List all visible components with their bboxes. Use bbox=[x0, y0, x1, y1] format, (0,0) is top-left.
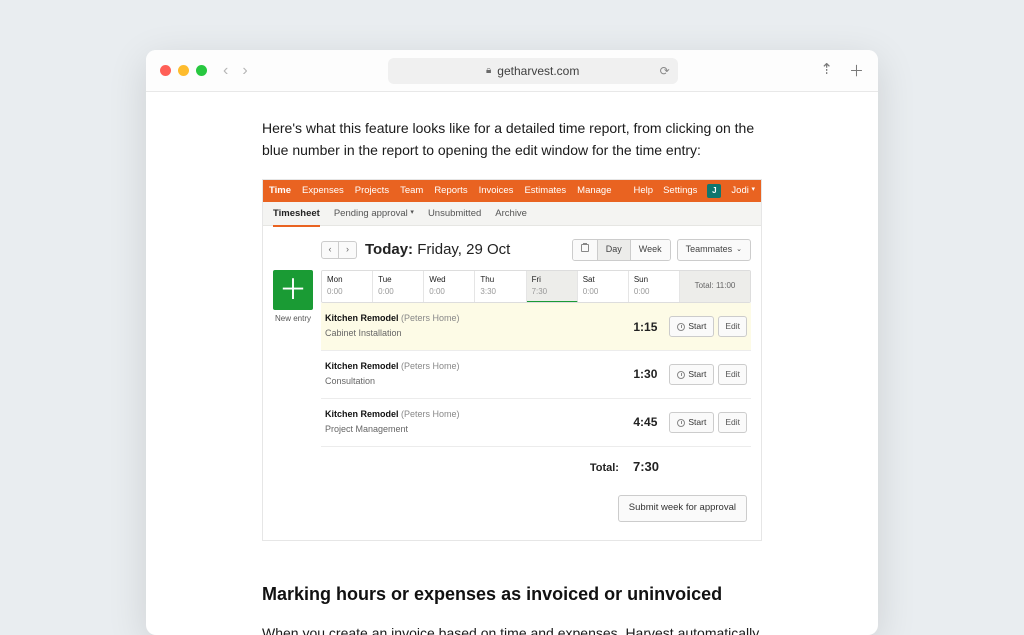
view-controls: Day Week Teammates ⌄ bbox=[572, 239, 751, 261]
browser-window: ‹ › 🔒︎ getharvest.com ⟳ ⇡ ＋ Here's what … bbox=[146, 50, 878, 635]
clock-icon bbox=[677, 371, 685, 379]
day-nav: ‹ › bbox=[321, 241, 357, 259]
url-text: getharvest.com bbox=[497, 64, 579, 78]
section-paragraph: When you create an invoice based on time… bbox=[262, 623, 762, 635]
nav-team[interactable]: Team bbox=[400, 184, 423, 199]
nav-settings[interactable]: Settings bbox=[663, 184, 697, 199]
weekday-tue[interactable]: Tue0:00 bbox=[373, 271, 424, 303]
day-title: Today: Friday, 29 Oct bbox=[365, 238, 510, 261]
subnav-timesheet[interactable]: Timesheet bbox=[273, 207, 320, 228]
forward-button[interactable]: › bbox=[242, 62, 247, 80]
calendar-button[interactable] bbox=[573, 240, 598, 260]
next-day-button[interactable]: › bbox=[339, 241, 357, 259]
entry-row: Kitchen Remodel (Peters Home) Consultati… bbox=[321, 351, 751, 399]
start-timer-button[interactable]: Start bbox=[669, 412, 714, 433]
refresh-icon[interactable]: ⟳ bbox=[660, 64, 670, 78]
prev-day-button[interactable]: ‹ bbox=[321, 241, 339, 259]
entry-row: Kitchen Remodel (Peters Home) Cabinet In… bbox=[321, 303, 751, 351]
lock-icon: 🔒︎ bbox=[486, 65, 491, 76]
back-button[interactable]: ‹ bbox=[223, 62, 228, 80]
entry-time: 4:45 bbox=[617, 413, 663, 432]
user-avatar[interactable]: J bbox=[707, 184, 721, 198]
nav-projects[interactable]: Projects bbox=[355, 184, 389, 199]
nav-invoices[interactable]: Invoices bbox=[479, 184, 514, 199]
entry-time: 1:15 bbox=[617, 318, 663, 337]
nav-expenses[interactable]: Expenses bbox=[302, 184, 344, 199]
nav-manage[interactable]: Manage bbox=[577, 184, 611, 199]
nav-time[interactable]: Time bbox=[269, 184, 291, 199]
calendar-icon bbox=[581, 244, 589, 252]
week-total-cell: Total: 11:00 bbox=[680, 271, 750, 303]
entry-row: Kitchen Remodel (Peters Home) Project Ma… bbox=[321, 399, 751, 447]
nav-reports[interactable]: Reports bbox=[434, 184, 467, 199]
week-table: Mon0:00 Tue0:00 Wed0:00 Thu3:30 Fri7:30 … bbox=[321, 270, 751, 522]
clock-icon bbox=[677, 419, 685, 427]
day-total-value: 7:30 bbox=[633, 457, 659, 477]
subnav-pending[interactable]: Pending approval ▾ bbox=[334, 207, 414, 222]
nav-estimates[interactable]: Estimates bbox=[524, 184, 566, 199]
weekday-wed[interactable]: Wed0:00 bbox=[424, 271, 475, 303]
app-subnav: Timesheet Pending approval ▾ Unsubmitted… bbox=[263, 202, 761, 226]
entry-info: Kitchen Remodel (Peters Home) Project Ma… bbox=[325, 408, 617, 437]
edit-entry-button[interactable]: Edit bbox=[718, 364, 747, 385]
weekday-fri[interactable]: Fri7:30 bbox=[527, 271, 578, 304]
chevron-down-icon: ⌄ bbox=[736, 245, 742, 256]
nav-help[interactable]: Help bbox=[634, 184, 654, 199]
day-total-label: Total: bbox=[590, 460, 619, 477]
nav-arrows: ‹ › bbox=[223, 62, 248, 80]
minimize-window-button[interactable] bbox=[178, 65, 189, 76]
edit-entry-button[interactable]: Edit bbox=[718, 316, 747, 337]
subnav-archive[interactable]: Archive bbox=[495, 207, 527, 222]
entry-zone: ＋ New entry Mon0:00 Tue0:00 Wed0:00 Thu3… bbox=[273, 270, 751, 522]
weekday-mon[interactable]: Mon0:00 bbox=[322, 271, 373, 303]
share-icon[interactable]: ⇡ bbox=[820, 60, 833, 81]
app-body: ‹ › Today: Friday, 29 Oct Day Week T bbox=[263, 226, 761, 540]
teammates-dropdown[interactable]: Teammates ⌄ bbox=[677, 239, 751, 261]
calendar-toggle: Day Week bbox=[572, 239, 671, 261]
new-tab-icon[interactable]: ＋ bbox=[849, 60, 864, 81]
start-timer-button[interactable]: Start bbox=[669, 316, 714, 337]
chevron-down-icon: ▾ bbox=[751, 186, 755, 193]
subnav-unsubmitted[interactable]: Unsubmitted bbox=[428, 207, 481, 222]
intro-paragraph: Here's what this feature looks like for … bbox=[262, 118, 762, 161]
new-entry-label: New entry bbox=[275, 313, 311, 325]
day-view-button[interactable]: Day bbox=[598, 240, 631, 260]
entry-time: 1:30 bbox=[617, 365, 663, 384]
browser-toolbar: ‹ › 🔒︎ getharvest.com ⟳ ⇡ ＋ bbox=[146, 50, 878, 92]
chevron-down-icon: ▾ bbox=[410, 209, 414, 216]
submit-week-button[interactable]: Submit week for approval bbox=[618, 495, 747, 522]
page-content: Here's what this feature looks like for … bbox=[146, 92, 878, 635]
app-screenshot: Time Expenses Projects Team Reports Invo… bbox=[262, 179, 762, 541]
weekday-sat[interactable]: Sat0:00 bbox=[578, 271, 629, 303]
user-menu[interactable]: Jodi ▾ bbox=[731, 184, 755, 199]
app-primary-nav: Time Expenses Projects Team Reports Invo… bbox=[263, 180, 761, 202]
start-timer-button[interactable]: Start bbox=[669, 364, 714, 385]
edit-entry-button[interactable]: Edit bbox=[718, 412, 747, 433]
maximize-window-button[interactable] bbox=[196, 65, 207, 76]
close-window-button[interactable] bbox=[160, 65, 171, 76]
address-bar[interactable]: 🔒︎ getharvest.com ⟳ bbox=[388, 58, 678, 84]
day-header: ‹ › Today: Friday, 29 Oct Day Week T bbox=[321, 238, 751, 261]
day-total-row: Total: 7:30 bbox=[321, 447, 751, 477]
section-heading: Marking hours or expenses as invoiced or… bbox=[262, 581, 762, 609]
submit-row: Submit week for approval bbox=[321, 477, 751, 522]
new-entry-column: ＋ New entry bbox=[273, 270, 313, 522]
new-entry-button[interactable]: ＋ bbox=[273, 270, 313, 310]
window-controls bbox=[160, 65, 207, 76]
weekday-row: Mon0:00 Tue0:00 Wed0:00 Thu3:30 Fri7:30 … bbox=[321, 270, 751, 304]
entry-info: Kitchen Remodel (Peters Home) Cabinet In… bbox=[325, 312, 617, 341]
clock-icon bbox=[677, 323, 685, 331]
weekday-thu[interactable]: Thu3:30 bbox=[475, 271, 526, 303]
weekday-sun[interactable]: Sun0:00 bbox=[629, 271, 680, 303]
toolbar-right: ⇡ ＋ bbox=[820, 60, 864, 81]
entry-info: Kitchen Remodel (Peters Home) Consultati… bbox=[325, 360, 617, 389]
entries-list: Kitchen Remodel (Peters Home) Cabinet In… bbox=[321, 303, 751, 447]
week-view-button[interactable]: Week bbox=[631, 240, 670, 260]
